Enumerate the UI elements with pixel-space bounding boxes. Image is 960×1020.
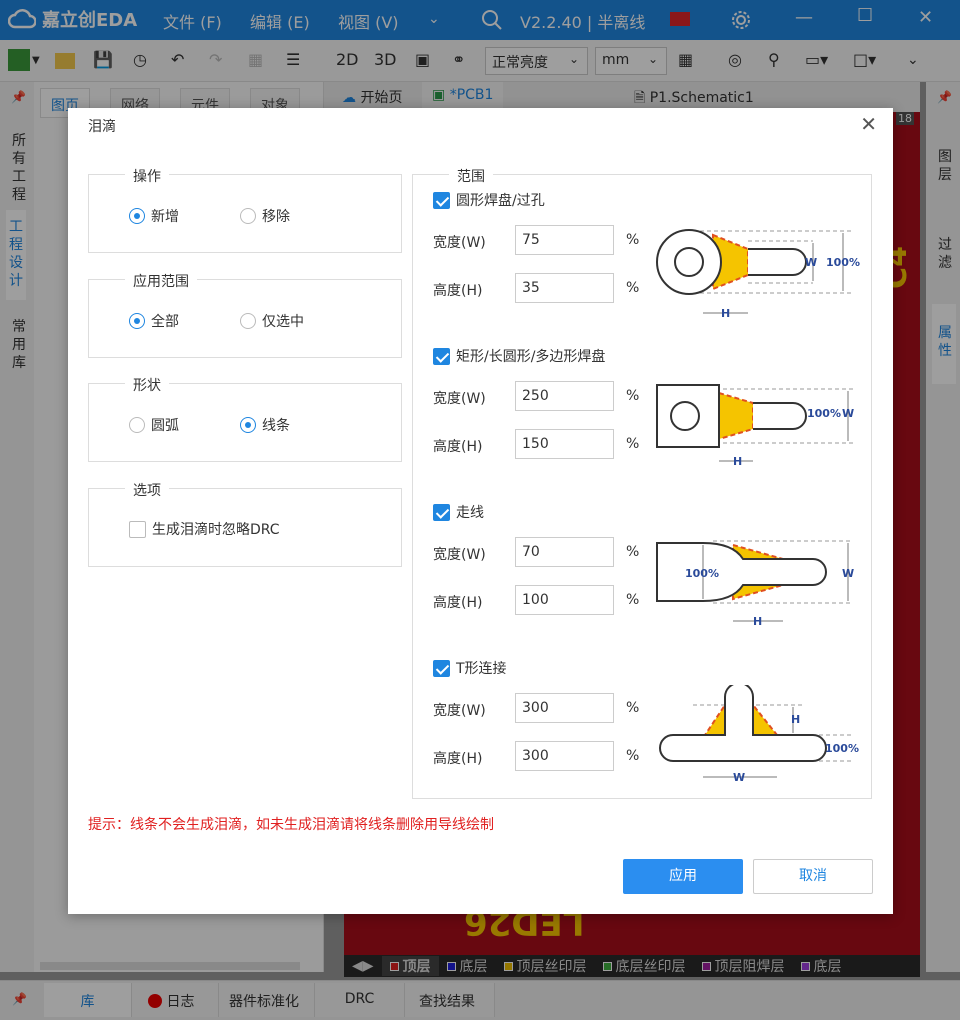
radio-add-label: 新增 [151, 209, 179, 225]
diagram-h-label: H [791, 713, 800, 726]
radio-arc[interactable]: 圆弧 [129, 415, 179, 435]
track-teardrop-diagram: 100% W H [656, 540, 854, 627]
percent-label: % [626, 700, 640, 716]
teardrop-dialog: 泪滴 ✕ 操作 新增 移除 应用范围 全部 仅选中 形状 圆弧 线条 选项 生成… [68, 108, 893, 914]
radio-selected-only-circle[interactable] [240, 313, 256, 329]
percent-label: % [626, 748, 640, 764]
t-junction-box[interactable] [433, 659, 450, 677]
diagram-h-label: H [721, 307, 730, 320]
dialog-title: 泪滴 [88, 119, 116, 135]
ignore-drc-box[interactable] [129, 520, 146, 538]
radio-line-circle[interactable] [240, 417, 256, 433]
percent-label: % [626, 388, 640, 404]
ignore-drc-label: 生成泪滴时忽略DRC [152, 522, 280, 538]
t-junction-label: T形连接 [456, 661, 507, 677]
round-pad-label: 圆形焊盘/过孔 [456, 193, 545, 209]
radio-arc-label: 圆弧 [151, 418, 179, 434]
apply-scope-group: 应用范围 全部 仅选中 [88, 271, 402, 358]
radio-arc-circle[interactable] [129, 417, 145, 433]
radio-selected-only[interactable]: 仅选中 [240, 311, 304, 331]
percent-label: % [626, 592, 640, 608]
radio-line[interactable]: 线条 [240, 415, 290, 435]
shape-title: 形状 [125, 375, 169, 395]
track-box[interactable] [433, 503, 450, 521]
radio-remove-circle[interactable] [240, 208, 256, 224]
radio-add-circle[interactable] [129, 208, 145, 224]
height-label: 高度(H) [433, 439, 483, 455]
diagram-100-label: 100% [825, 742, 859, 755]
diagram-w-label: W [842, 407, 854, 420]
width-label: 宽度(W) [433, 391, 486, 407]
percent-label: % [626, 544, 640, 560]
t-junction-checkbox[interactable]: T形连接 [433, 658, 507, 678]
apply-button[interactable]: 应用 [623, 859, 743, 894]
radio-all-circle[interactable] [129, 313, 145, 329]
percent-label: % [626, 436, 640, 452]
track-height-input[interactable]: 100 [515, 585, 614, 615]
radio-all[interactable]: 全部 [129, 311, 179, 331]
round-pad-width-input[interactable]: 75 [515, 225, 614, 255]
radio-line-label: 线条 [262, 418, 290, 434]
shape-group: 形状 圆弧 线条 [88, 375, 402, 462]
diagram-100-label: 100% [685, 567, 719, 580]
options-group: 选项 生成泪滴时忽略DRC [88, 480, 402, 567]
radio-add[interactable]: 新增 [129, 206, 179, 226]
diagram-w-label: W [733, 771, 745, 784]
round-pad-checkbox[interactable]: 圆形焊盘/过孔 [433, 190, 545, 210]
height-label: 高度(H) [433, 751, 483, 767]
width-label: 宽度(W) [433, 703, 486, 719]
radio-selected-only-label: 仅选中 [262, 314, 304, 330]
dialog-close-icon[interactable]: ✕ [860, 112, 877, 136]
rect-pad-label: 矩形/长圆形/多边形焊盘 [456, 349, 606, 365]
ignore-drc-checkbox[interactable]: 生成泪滴时忽略DRC [129, 519, 280, 539]
diagram-h-label: H [753, 615, 762, 627]
percent-label: % [626, 280, 640, 296]
t-junction-width-input[interactable]: 300 [515, 693, 614, 723]
diagram-100-label: 100% [807, 407, 841, 420]
diagram-100-label: 100% [826, 256, 860, 269]
range-title: 范围 [449, 166, 493, 186]
t-junction-height-input[interactable]: 300 [515, 741, 614, 771]
track-width-input[interactable]: 70 [515, 537, 614, 567]
diagram-h-label: H [733, 455, 742, 468]
height-label: 高度(H) [433, 595, 483, 611]
rect-pad-checkbox[interactable]: 矩形/长圆形/多边形焊盘 [433, 346, 605, 366]
rect-pad-teardrop-diagram: 100% W H [656, 384, 854, 468]
radio-all-label: 全部 [151, 314, 179, 330]
apply-scope-title: 应用范围 [125, 271, 197, 291]
width-label: 宽度(W) [433, 235, 486, 251]
t-junction-teardrop-diagram: H 100% W [659, 685, 859, 784]
round-pad-box[interactable] [433, 191, 450, 209]
track-checkbox[interactable]: 走线 [433, 502, 484, 522]
diagram-w-label: W [842, 567, 854, 580]
width-label: 宽度(W) [433, 547, 486, 563]
height-label: 高度(H) [433, 283, 483, 299]
rect-pad-box[interactable] [433, 347, 450, 365]
range-group: 范围 圆形焊盘/过孔 宽度(W) 75 % 高度(H) 35 % W 100% … [412, 166, 872, 799]
round-pad-height-input[interactable]: 35 [515, 273, 614, 303]
operation-title: 操作 [125, 166, 169, 186]
radio-remove[interactable]: 移除 [240, 206, 290, 226]
rect-pad-height-input[interactable]: 150 [515, 429, 614, 459]
options-title: 选项 [125, 480, 169, 500]
hint-text: 提示：线条不会生成泪滴，如未生成泪滴请将线条删除用导线绘制 [88, 817, 494, 833]
radio-remove-label: 移除 [262, 209, 290, 225]
track-label: 走线 [456, 505, 484, 521]
diagram-w-label: W [805, 256, 817, 269]
percent-label: % [626, 232, 640, 248]
rect-pad-width-input[interactable]: 250 [515, 381, 614, 411]
operation-group: 操作 新增 移除 [88, 166, 402, 253]
round-pad-teardrop-diagram: W 100% H [656, 229, 860, 320]
cancel-button[interactable]: 取消 [753, 859, 873, 894]
